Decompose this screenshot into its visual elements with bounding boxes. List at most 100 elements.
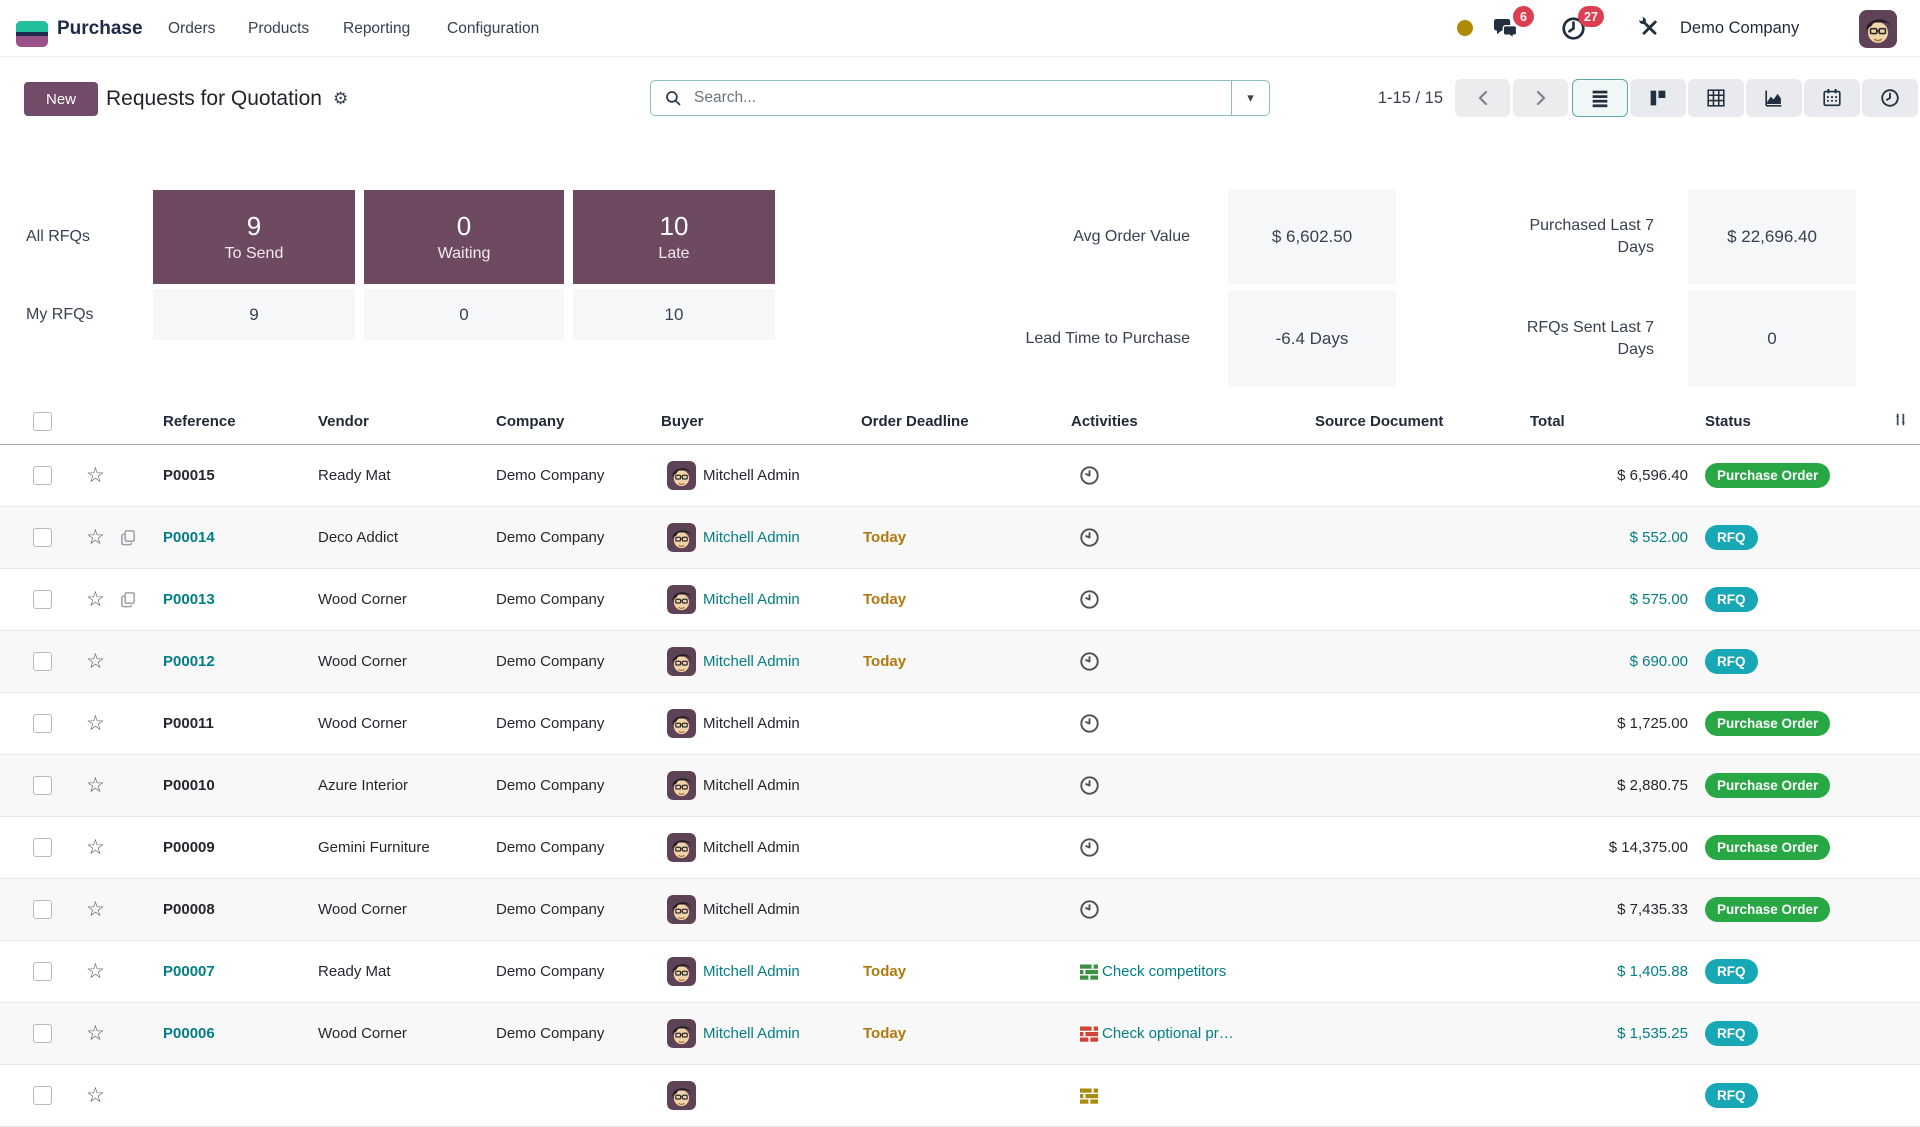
row-checkbox[interactable] (33, 838, 52, 857)
column-order-deadline[interactable]: Order Deadline (861, 398, 1071, 445)
rfq-row[interactable]: ☆P00006Wood CornerDemo CompanyMitchell A… (0, 1003, 1920, 1065)
rfq-row[interactable]: ☆P00008Wood CornerDemo CompanyMitchell A… (0, 879, 1920, 941)
row-checkbox[interactable] (33, 528, 52, 547)
activity-button[interactable] (1079, 465, 1100, 486)
activity-button[interactable] (1079, 837, 1100, 858)
activity-button[interactable] (1079, 775, 1100, 796)
rfq-reference[interactable]: P00014 (163, 529, 215, 546)
buyer-name: Mitchell Admin (703, 839, 800, 856)
favorite-star-icon[interactable]: ☆ (86, 589, 105, 610)
menu-configuration[interactable]: Configuration (447, 0, 539, 57)
activity-button[interactable] (1079, 713, 1100, 734)
row-checkbox[interactable] (33, 1024, 52, 1043)
activity-button[interactable] (1079, 589, 1100, 610)
rfq-row[interactable]: ☆P00012Wood CornerDemo CompanyMitchell A… (0, 631, 1920, 693)
presence-dot-icon[interactable] (1457, 20, 1473, 36)
activity-button[interactable] (1079, 1086, 1099, 1106)
rfq-row[interactable]: ☆P00014Deco AddictDemo CompanyMitchell A… (0, 507, 1920, 569)
activity-button[interactable] (1079, 1024, 1099, 1044)
rfq-reference[interactable]: P00010 (163, 777, 215, 794)
search-input[interactable] (692, 88, 1231, 108)
current-company[interactable]: Demo Company (1680, 0, 1799, 57)
view-kanban-button[interactable] (1630, 79, 1686, 117)
rfq-reference[interactable]: P00007 (163, 963, 215, 980)
row-checkbox[interactable] (33, 900, 52, 919)
favorite-star-icon[interactable]: ☆ (86, 713, 105, 734)
view-graph-button[interactable] (1746, 79, 1802, 117)
column-total[interactable]: Total (1530, 398, 1700, 445)
pager-next-button[interactable] (1513, 79, 1568, 117)
cell-order-deadline (861, 693, 1071, 755)
rfq-row[interactable]: ☆P00009Gemini FurnitureDemo CompanyMitch… (0, 817, 1920, 879)
rfq-reference[interactable]: P00009 (163, 839, 215, 856)
search-options-toggle[interactable]: ▾ (1232, 90, 1269, 106)
activity-button[interactable] (1079, 651, 1100, 672)
column-reference[interactable]: Reference (163, 398, 318, 445)
column-activities[interactable]: Activities (1071, 398, 1315, 445)
view-list-button[interactable] (1572, 79, 1628, 117)
favorite-star-icon[interactable]: ☆ (86, 651, 105, 672)
favorite-star-icon[interactable]: ☆ (86, 837, 105, 858)
view-calendar-button[interactable] (1804, 79, 1860, 117)
rfq-reference[interactable]: P00015 (163, 467, 215, 484)
rfq-reference[interactable]: P00011 (163, 715, 214, 732)
select-all-checkbox[interactable] (33, 412, 52, 431)
activity-button[interactable] (1079, 527, 1100, 548)
rfq-reference[interactable]: P00013 (163, 591, 215, 608)
view-activity-button[interactable] (1862, 79, 1918, 117)
rfq-row-partial[interactable]: ☆RFQ (0, 1065, 1920, 1127)
activity-summary[interactable]: Check optional pr… (1102, 1025, 1234, 1042)
purchase-app-logo-icon[interactable] (16, 21, 48, 47)
user-avatar[interactable] (1853, 10, 1897, 48)
pager-buttons (1455, 79, 1568, 117)
favorite-star-icon[interactable]: ☆ (86, 465, 105, 486)
kpi-my-waiting[interactable]: 0 (364, 289, 564, 340)
column-vendor[interactable]: Vendor (318, 398, 496, 445)
view-pivot-button[interactable] (1688, 79, 1744, 117)
favorite-star-icon[interactable]: ☆ (86, 961, 105, 982)
new-button[interactable]: New (24, 82, 98, 116)
column-source-document[interactable]: Source Document (1315, 398, 1530, 445)
row-checkbox[interactable] (33, 652, 52, 671)
rfq-reference[interactable]: P00006 (163, 1025, 215, 1042)
rfq-row[interactable]: ☆P00015Ready MatDemo CompanyMitchell Adm… (0, 445, 1920, 507)
row-checkbox[interactable] (33, 776, 52, 795)
actions-gear-icon[interactable]: ⚙ (333, 89, 348, 109)
favorite-star-icon[interactable]: ☆ (86, 899, 105, 920)
rfq-row[interactable]: ☆P00013Wood CornerDemo CompanyMitchell A… (0, 569, 1920, 631)
rfq-reference[interactable]: P00012 (163, 653, 215, 670)
tools-wrench-icon[interactable] (1637, 15, 1662, 45)
row-checkbox[interactable] (33, 466, 52, 485)
deadline-today: Today (861, 653, 906, 670)
menu-reporting[interactable]: Reporting (343, 0, 410, 57)
app-name[interactable]: Purchase (57, 0, 143, 57)
kpi-card-late[interactable]: 10 Late (573, 190, 775, 284)
kpi-my-late[interactable]: 10 (573, 289, 775, 340)
activity-summary[interactable]: Check competitors (1102, 963, 1226, 980)
favorite-star-icon[interactable]: ☆ (86, 1085, 105, 1106)
rfq-row[interactable]: ☆P00011Wood CornerDemo CompanyMitchell A… (0, 693, 1920, 755)
column-company[interactable]: Company (496, 398, 661, 445)
menu-products[interactable]: Products (248, 0, 309, 57)
activity-button[interactable] (1079, 962, 1099, 982)
kpi-card-to-send[interactable]: 9 To Send (153, 190, 355, 284)
menu-orders[interactable]: Orders (168, 0, 215, 57)
row-checkbox[interactable] (33, 962, 52, 981)
favorite-star-icon[interactable]: ☆ (86, 527, 105, 548)
rfq-row[interactable]: ☆P00007Ready MatDemo CompanyMitchell Adm… (0, 941, 1920, 1003)
row-checkbox[interactable] (33, 714, 52, 733)
favorite-star-icon[interactable]: ☆ (86, 775, 105, 796)
kpi-card-waiting[interactable]: 0 Waiting (364, 190, 564, 284)
stat-label-rfqs-sent-7-days: RFQs Sent Last 7 Days (1490, 291, 1654, 386)
row-checkbox[interactable] (33, 1086, 52, 1105)
favorite-star-icon[interactable]: ☆ (86, 1023, 105, 1044)
column-status[interactable]: Status (1700, 398, 1880, 445)
rfq-row[interactable]: ☆P00010Azure InteriorDemo CompanyMitchel… (0, 755, 1920, 817)
pager-previous-button[interactable] (1455, 79, 1510, 117)
activity-button[interactable] (1079, 899, 1100, 920)
rfq-reference[interactable]: P00008 (163, 901, 215, 918)
column-buyer[interactable]: Buyer (661, 398, 861, 445)
row-checkbox[interactable] (33, 590, 52, 609)
optional-columns-icon[interactable] (1891, 410, 1910, 429)
kpi-my-to-send[interactable]: 9 (153, 289, 355, 340)
